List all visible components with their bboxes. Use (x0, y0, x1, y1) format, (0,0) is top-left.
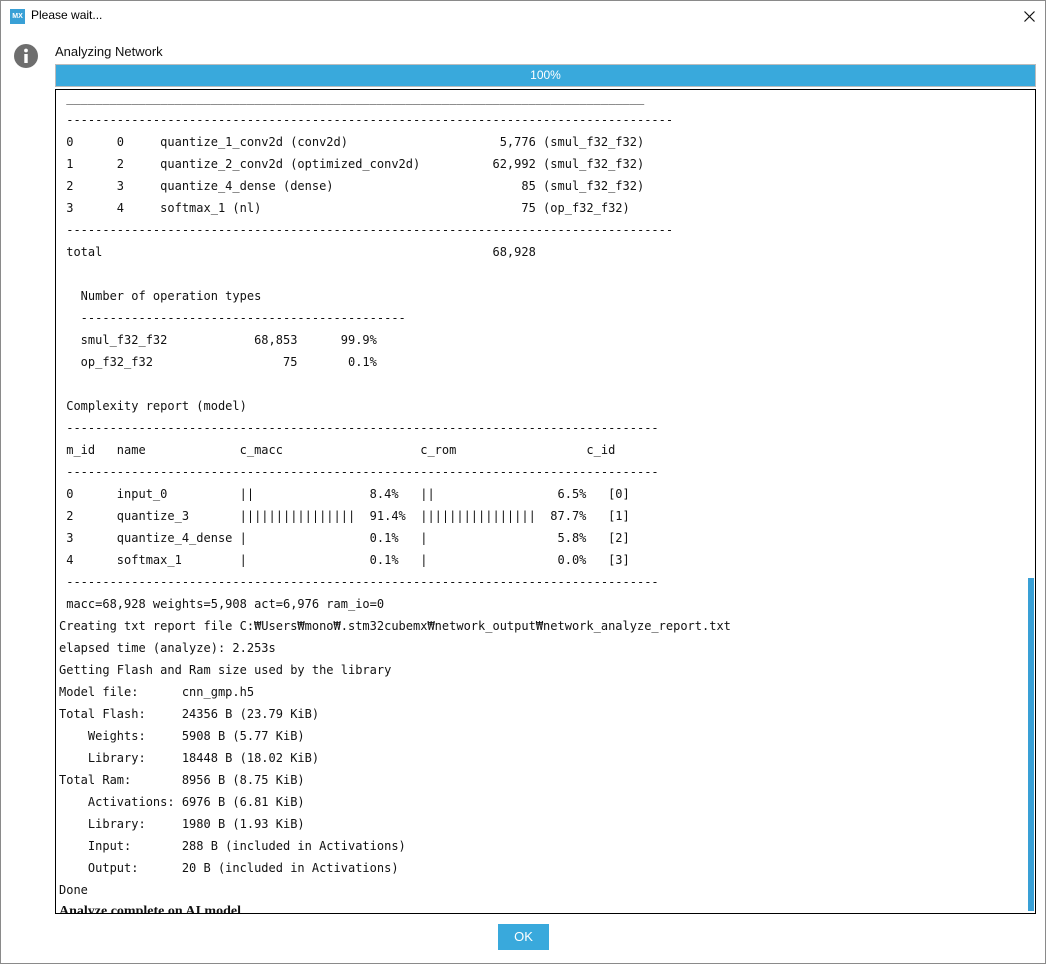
console-line: Model file: cnn_gmp.h5 (59, 685, 255, 699)
console-line: Library: 1980 B (1.93 KiB) (59, 817, 305, 831)
console-line: total 68,928 (59, 245, 536, 259)
progress-percent-label: 100% (530, 68, 561, 82)
console-line: ________________________________________… (59, 91, 645, 105)
console-line: 0 0 quantize_1_conv2d (conv2d) 5,776 (sm… (59, 135, 645, 149)
ok-button[interactable]: OK (498, 924, 549, 950)
console-line: Weights: 5908 B (5.77 KiB) (59, 729, 305, 743)
vertical-scrollbar[interactable] (1027, 90, 1035, 913)
console-line: op_f32_f32 75 0.1% (59, 355, 377, 369)
progress-bar: 100% (55, 64, 1036, 87)
status-label: Analyzing Network (55, 44, 163, 59)
console-final-message: Analyze complete on AI model (59, 904, 241, 914)
console-line: 0 input_0 || 8.4% || 6.5% [0] (59, 487, 630, 501)
console-line: ----------------------------------------… (59, 223, 674, 237)
console-line: elapsed time (analyze): 2.253s (59, 641, 276, 655)
console-line: ----------------------------------------… (59, 113, 674, 127)
console-lines: ________________________________________… (59, 90, 1019, 914)
close-button[interactable] (1014, 3, 1044, 29)
console-line: Done (59, 883, 88, 897)
console-line: Input: 288 B (included in Activations) (59, 839, 406, 853)
console-line: 3 quantize_4_dense | 0.1% | 5.8% [2] (59, 531, 630, 545)
app-logo-icon: MX (10, 9, 25, 24)
console-line: Number of operation types (59, 289, 262, 303)
console-line: macc=68,928 weights=5,908 act=6,976 ram_… (59, 597, 385, 611)
console-line: ----------------------------------------… (59, 311, 406, 325)
console-line: Creating txt report file C:₩Users₩mono₩.… (59, 619, 731, 633)
console-line: Getting Flash and Ram size used by the l… (59, 663, 392, 677)
console-line: Library: 18448 B (18.02 KiB) (59, 751, 320, 765)
console-line: Output: 20 B (included in Activations) (59, 861, 399, 875)
console-line: Activations: 6976 B (6.81 KiB) (59, 795, 305, 809)
scrollbar-thumb[interactable] (1028, 578, 1034, 911)
console-line: m_id name c_macc c_rom c_id (59, 443, 616, 457)
console-line: 3 4 softmax_1 (nl) 75 (op_f32_f32) (59, 201, 630, 215)
console-line: 2 quantize_3 |||||||||||||||| 91.4% ||||… (59, 509, 630, 523)
output-console[interactable]: ________________________________________… (55, 89, 1036, 914)
console-line: 1 2 quantize_2_conv2d (optimized_conv2d)… (59, 157, 645, 171)
info-icon (14, 44, 38, 68)
console-line: Total Ram: 8956 B (8.75 KiB) (59, 773, 305, 787)
console-line: ----------------------------------------… (59, 575, 659, 589)
close-icon (1024, 11, 1035, 22)
window-title: Please wait... (31, 8, 103, 22)
analyze-dialog: MX Please wait... Analyzing Network 100%… (0, 0, 1046, 964)
console-line: Complexity report (model) (59, 399, 247, 413)
console-line: ----------------------------------------… (59, 421, 659, 435)
console-line: Total Flash: 24356 B (23.79 KiB) (59, 707, 320, 721)
console-line: smul_f32_f32 68,853 99.9% (59, 333, 377, 347)
console-line: ----------------------------------------… (59, 465, 659, 479)
console-line: 2 3 quantize_4_dense (dense) 85 (smul_f3… (59, 179, 645, 193)
title-bar: MX Please wait... (1, 1, 1045, 32)
console-line: 4 softmax_1 | 0.1% | 0.0% [3] (59, 553, 630, 567)
